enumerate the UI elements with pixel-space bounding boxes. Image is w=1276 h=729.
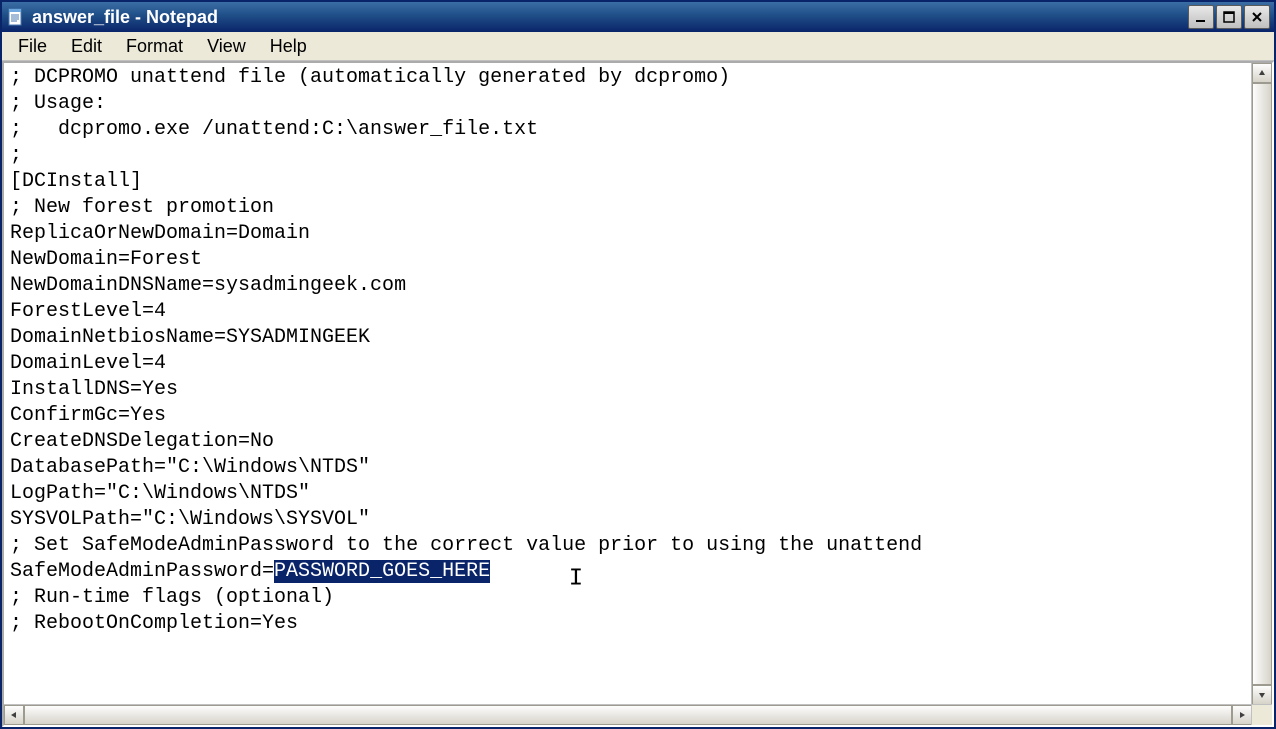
- text-line: [DCInstall]: [10, 170, 142, 193]
- window-controls: [1188, 5, 1270, 29]
- chevron-right-icon: [1238, 711, 1246, 719]
- vertical-scroll-thumb[interactable]: [1252, 83, 1272, 685]
- menu-format[interactable]: Format: [114, 34, 195, 59]
- text-line: ConfirmGc=Yes: [10, 404, 166, 427]
- scroll-down-button[interactable]: [1252, 685, 1272, 705]
- text-line: ; Run-time flags (optional): [10, 586, 334, 609]
- text-line: InstallDNS=Yes: [10, 378, 178, 401]
- text-line: DomainLevel=4: [10, 352, 166, 375]
- text-line: SafeModeAdminPassword=: [10, 560, 274, 583]
- selected-text: PASSWORD_GOES_HERE: [274, 560, 490, 583]
- chevron-down-icon: [1258, 691, 1266, 699]
- text-line: CreateDNSDelegation=No: [10, 430, 274, 453]
- text-line: NewDomainDNSName=sysadmingeek.com: [10, 274, 406, 297]
- title-bar[interactable]: answer_file - Notepad: [2, 2, 1274, 32]
- notepad-icon: [6, 7, 26, 27]
- text-line: LogPath="C:\Windows\NTDS": [10, 482, 310, 505]
- vertical-scrollbar[interactable]: [1251, 63, 1272, 705]
- close-button[interactable]: [1244, 5, 1270, 29]
- chevron-left-icon: [10, 711, 18, 719]
- text-line: ; New forest promotion: [10, 196, 274, 219]
- text-area: ; DCPROMO unattend file (automatically g…: [4, 63, 1272, 725]
- text-line: ; DCPROMO unattend file (automatically g…: [10, 66, 730, 89]
- scroll-right-button[interactable]: [1232, 705, 1252, 725]
- text-line: ;: [10, 144, 22, 167]
- text-line: DomainNetbiosName=SYSADMINGEEK: [10, 326, 370, 349]
- horizontal-scroll-thumb[interactable]: [24, 705, 1232, 725]
- text-editor[interactable]: ; DCPROMO unattend file (automatically g…: [4, 63, 1252, 725]
- client-area: ; DCPROMO unattend file (automatically g…: [2, 61, 1274, 727]
- text-line: ForestLevel=4: [10, 300, 166, 323]
- menu-help[interactable]: Help: [258, 34, 319, 59]
- text-line: ; dcpromo.exe /unattend:C:\answer_file.t…: [10, 118, 538, 141]
- maximize-button[interactable]: [1216, 5, 1242, 29]
- text-line: ; Set SafeModeAdminPassword to the corre…: [10, 534, 922, 557]
- scroll-left-button[interactable]: [4, 705, 24, 725]
- horizontal-scrollbar[interactable]: [4, 704, 1252, 725]
- vertical-scroll-track[interactable]: [1252, 83, 1272, 685]
- text-line: ; Usage:: [10, 92, 106, 115]
- window-title: answer_file - Notepad: [32, 7, 1188, 28]
- chevron-up-icon: [1258, 69, 1266, 77]
- text-line: DatabasePath="C:\Windows\NTDS": [10, 456, 370, 479]
- menu-edit[interactable]: Edit: [59, 34, 114, 59]
- scroll-corner: [1251, 704, 1272, 725]
- minimize-button[interactable]: [1188, 5, 1214, 29]
- horizontal-scroll-track[interactable]: [24, 705, 1232, 725]
- notepad-window: answer_file - Notepad File Edit Format V…: [0, 0, 1276, 729]
- text-line: SYSVOLPath="C:\Windows\SYSVOL": [10, 508, 370, 531]
- menu-file[interactable]: File: [6, 34, 59, 59]
- text-line: ReplicaOrNewDomain=Domain: [10, 222, 310, 245]
- scroll-up-button[interactable]: [1252, 63, 1272, 83]
- menu-bar: File Edit Format View Help: [2, 32, 1274, 61]
- text-line: NewDomain=Forest: [10, 248, 202, 271]
- text-line: ; RebootOnCompletion=Yes: [10, 612, 298, 635]
- menu-view[interactable]: View: [195, 34, 258, 59]
